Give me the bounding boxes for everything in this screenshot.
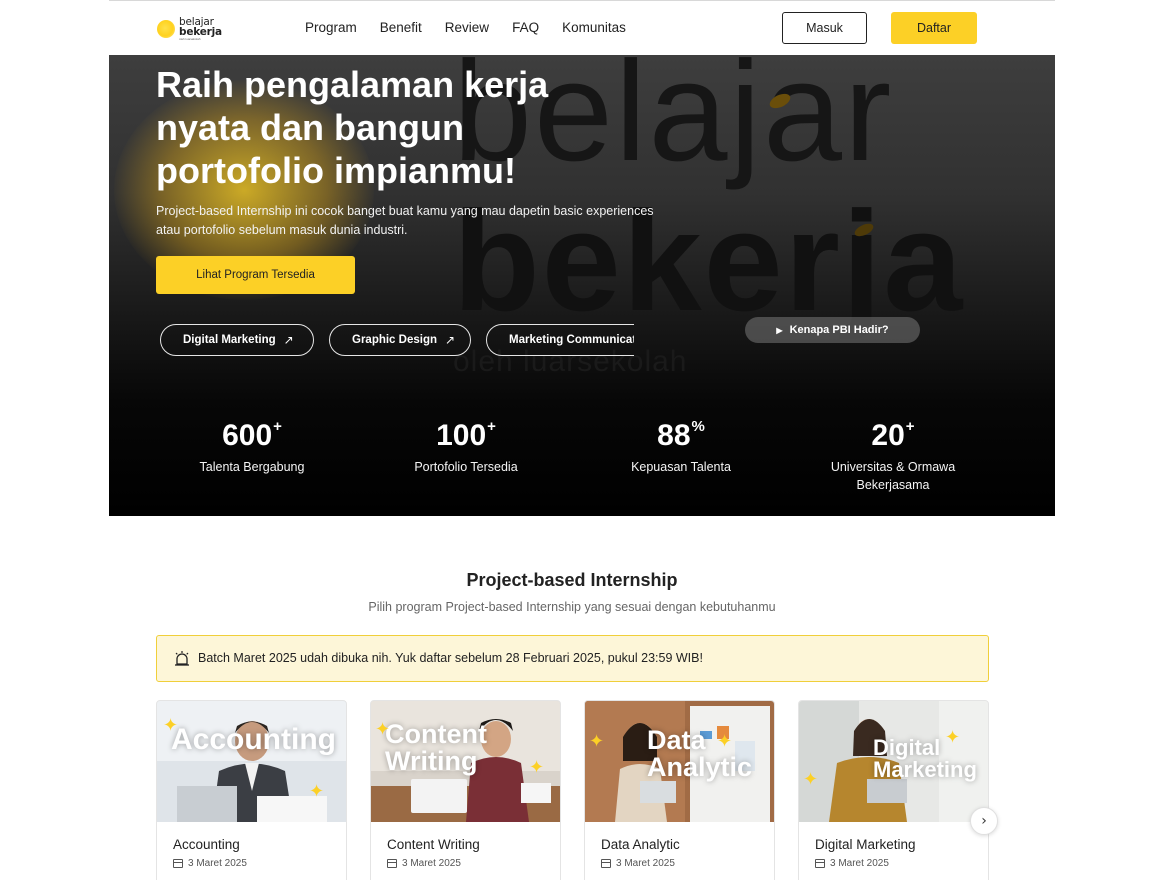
- carousel-next-button[interactable]: ›: [970, 807, 998, 835]
- login-button[interactable]: Masuk: [782, 12, 867, 44]
- chip-label: Graphic Design: [352, 334, 437, 346]
- program-chips: Digital Marketing ↗ Graphic Design ↗ Mar…: [160, 324, 634, 358]
- stat-portofolio: 100+ Portofolio Tersedia: [386, 405, 546, 476]
- alarm-icon: [175, 651, 189, 666]
- logo[interactable]: belajar bekerja oleh luarsekolah: [155, 15, 225, 43]
- card-title: Accounting: [173, 837, 240, 852]
- sparkle-icon: ✦: [309, 781, 325, 802]
- program-card-data-analytic[interactable]: Data Analytic ✦ ✦ Data Analytic 3 Maret …: [584, 700, 775, 880]
- calendar-icon: [387, 859, 397, 868]
- chip-marketing-communication[interactable]: Marketing Communication: [486, 324, 634, 356]
- arrow-up-right-icon: ↗: [283, 333, 294, 347]
- logo-text: belajar bekerja oleh luarsekolah: [179, 17, 222, 41]
- card-date: 3 Maret 2025: [173, 858, 247, 869]
- calendar-icon: [815, 859, 825, 868]
- video-button-label: Kenapa PBI Hadir?: [789, 324, 889, 336]
- chip-graphic-design[interactable]: Graphic Design ↗: [329, 324, 471, 356]
- sparkle-icon: ✦: [529, 757, 545, 778]
- card-title: Data Analytic: [601, 837, 680, 852]
- nav-link-komunitas[interactable]: Komunitas: [562, 20, 626, 35]
- nav-link-review[interactable]: Review: [445, 20, 489, 35]
- sparkle-icon: ✦: [163, 715, 179, 736]
- hero-title: Raih pengalaman kerja nyata dan bangun p…: [156, 64, 549, 191]
- sparkle-icon: ✦: [375, 719, 391, 740]
- nav-link-benefit[interactable]: Benefit: [380, 20, 422, 35]
- accounting-photo: [157, 701, 346, 822]
- hero-section: belajar bekerja oleh luarsekolah Raih pe…: [109, 55, 1055, 516]
- sparkle-icon: ✦: [717, 731, 733, 752]
- banner-text: Batch Maret 2025 udah dibuka nih. Yuk da…: [198, 651, 703, 665]
- register-button[interactable]: Daftar: [891, 12, 977, 44]
- section-title: Project-based Internship: [466, 570, 678, 590]
- card-overlay-text: Accounting: [171, 723, 336, 756]
- chevron-right-icon: ›: [981, 813, 987, 829]
- stat-number: 100+: [436, 418, 496, 452]
- card-title: Digital Marketing: [815, 837, 916, 852]
- navbar: belajar bekerja oleh luarsekolah Program…: [109, 1, 1055, 55]
- view-programs-button[interactable]: Lihat Program Tersedia: [156, 256, 355, 294]
- stat-universitas: 20+ Universitas & Ormawa Bekerjasama: [818, 405, 968, 494]
- logo-line2: bekerja: [179, 26, 222, 38]
- stat-label: Portofolio Tersedia: [414, 460, 518, 474]
- logo-sun-icon: [157, 20, 175, 38]
- stat-label: Talenta Bergabung: [199, 460, 305, 474]
- stat-label: Kepuasan Talenta: [631, 460, 731, 474]
- card-date: 3 Maret 2025: [601, 858, 675, 869]
- chip-digital-marketing[interactable]: Digital Marketing ↗: [160, 324, 314, 356]
- card-date-text: 3 Maret 2025: [830, 858, 889, 869]
- card-overlay-text: Data Analytic: [647, 725, 753, 782]
- stat-label: Universitas & Ormawa Bekerjasama: [830, 460, 956, 492]
- play-icon: ▶: [776, 325, 783, 335]
- batch-announcement-banner: Batch Maret 2025 udah dibuka nih. Yuk da…: [156, 635, 989, 682]
- card-date-text: 3 Maret 2025: [616, 858, 675, 869]
- program-cards: Accounting ✦ ✦ Accounting 3 Maret 2025 C…: [156, 700, 1006, 880]
- nav-links: Program Benefit Review FAQ Komunitas: [305, 20, 649, 35]
- nav-link-program[interactable]: Program: [305, 20, 357, 35]
- program-card-digital-marketing[interactable]: Digital Marketing ✦ ✦ Digital Marketing …: [798, 700, 989, 880]
- calendar-icon: [173, 859, 183, 868]
- card-image: Data Analytic ✦ ✦: [585, 701, 774, 822]
- program-card-content-writing[interactable]: Content Writing ✦ ✦ Content Writing 3 Ma…: [370, 700, 561, 880]
- stat-number: 600+: [222, 418, 282, 452]
- section-subtitle: Pilih program Project-based Internship y…: [368, 600, 776, 614]
- stat-talenta: 600+ Talenta Bergabung: [172, 405, 332, 476]
- card-overlay-text: Content Writing: [385, 719, 487, 776]
- chip-label: Digital Marketing: [183, 334, 276, 346]
- card-image: Accounting ✦ ✦: [157, 701, 346, 822]
- card-date: 3 Maret 2025: [387, 858, 461, 869]
- arrow-up-right-icon: ↗: [445, 333, 456, 347]
- sparkle-icon: ✦: [589, 731, 605, 752]
- calendar-icon: [601, 859, 611, 868]
- card-date-text: 3 Maret 2025: [188, 858, 247, 869]
- card-image: Digital Marketing ✦ ✦: [799, 701, 988, 822]
- why-pbi-video-button[interactable]: ▶ Kenapa PBI Hadir?: [745, 317, 920, 343]
- sparkle-icon: ✦: [945, 727, 961, 748]
- program-card-accounting[interactable]: Accounting ✦ ✦ Accounting 3 Maret 2025: [156, 700, 347, 880]
- hero-subtitle: Project-based Internship ini cocok bange…: [156, 204, 654, 237]
- card-image: Content Writing ✦ ✦: [371, 701, 560, 822]
- nav-link-faq[interactable]: FAQ: [512, 20, 539, 35]
- card-date-text: 3 Maret 2025: [402, 858, 461, 869]
- card-overlay-text: Digital Marketing: [873, 735, 977, 782]
- card-date: 3 Maret 2025: [815, 858, 889, 869]
- card-title: Content Writing: [387, 837, 480, 852]
- stat-number: 88%: [657, 418, 705, 452]
- chip-label: Marketing Communication: [509, 334, 634, 346]
- page: belajar bekerja oleh luarsekolah Program…: [109, 0, 1055, 880]
- sparkle-icon: ✦: [803, 769, 819, 790]
- stat-number: 20+: [871, 418, 915, 452]
- stat-kepuasan: 88% Kepuasan Talenta: [601, 405, 761, 476]
